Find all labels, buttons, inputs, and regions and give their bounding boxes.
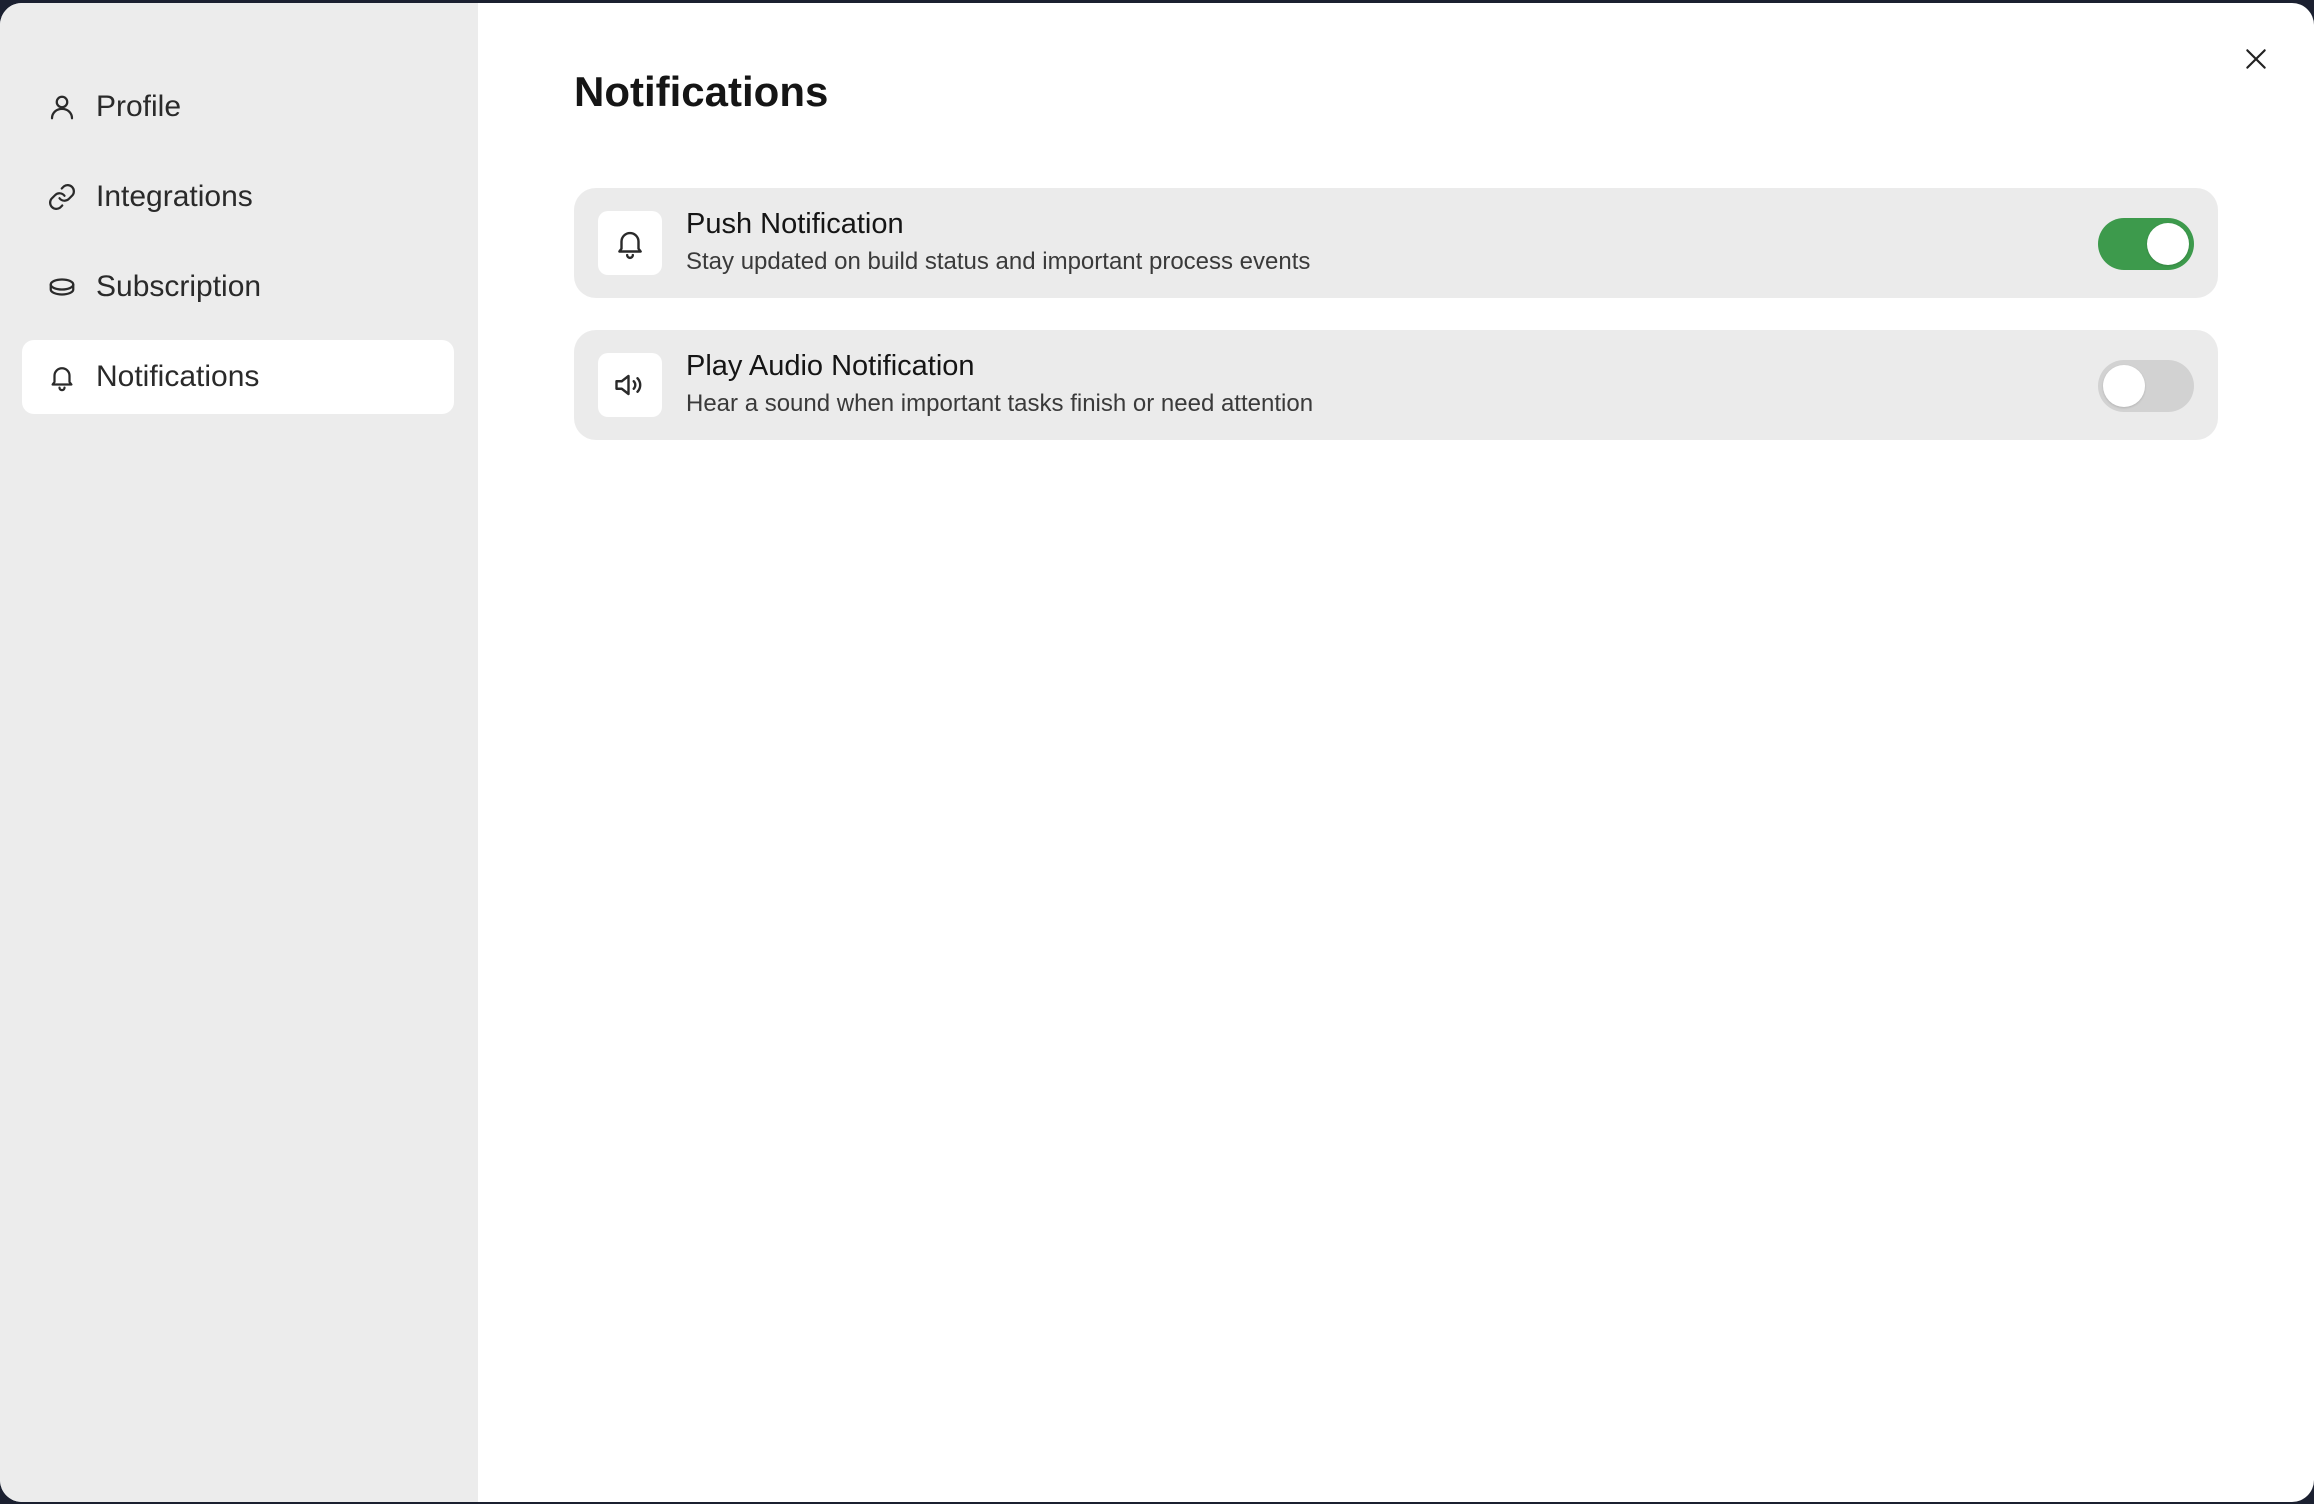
- audio-notification-setting: Play Audio Notification Hear a sound whe…: [574, 330, 2218, 440]
- settings-dialog: Profile Integrations Subscription Notifi…: [0, 3, 2314, 1502]
- setting-title: Push Notification: [686, 208, 904, 240]
- sidebar-item-notifications[interactable]: Notifications: [22, 340, 454, 414]
- settings-sidebar: Profile Integrations Subscription Notifi…: [0, 3, 478, 1502]
- push-notification-setting: Push Notification Stay updated on build …: [574, 188, 2218, 298]
- bell-icon: [46, 361, 78, 393]
- bell-icon: [598, 211, 662, 275]
- sidebar-item-label: Profile: [96, 90, 182, 123]
- sidebar-item-label: Integrations: [96, 180, 253, 213]
- coin-icon: [46, 271, 78, 303]
- link-icon: [46, 181, 78, 213]
- toggle-knob: [2147, 223, 2189, 265]
- sidebar-item-label: Notifications: [96, 360, 260, 393]
- page-title: Notifications: [574, 68, 829, 115]
- speaker-icon: [598, 353, 662, 417]
- setting-description: Stay updated on build status and importa…: [686, 248, 1311, 275]
- audio-notification-toggle[interactable]: [2098, 360, 2194, 412]
- sidebar-item-label: Subscription: [96, 270, 262, 303]
- toggle-knob: [2103, 365, 2145, 407]
- close-button[interactable]: [2238, 43, 2274, 79]
- setting-title: Play Audio Notification: [686, 350, 975, 382]
- close-icon: [2243, 46, 2269, 77]
- setting-description: Hear a sound when important tasks finish…: [686, 390, 1314, 417]
- push-notification-toggle[interactable]: [2098, 218, 2194, 270]
- sidebar-item-subscription[interactable]: Subscription: [22, 250, 454, 324]
- sidebar-item-integrations[interactable]: Integrations: [22, 160, 454, 234]
- sidebar-item-profile[interactable]: Profile: [22, 70, 454, 144]
- user-icon: [46, 91, 78, 123]
